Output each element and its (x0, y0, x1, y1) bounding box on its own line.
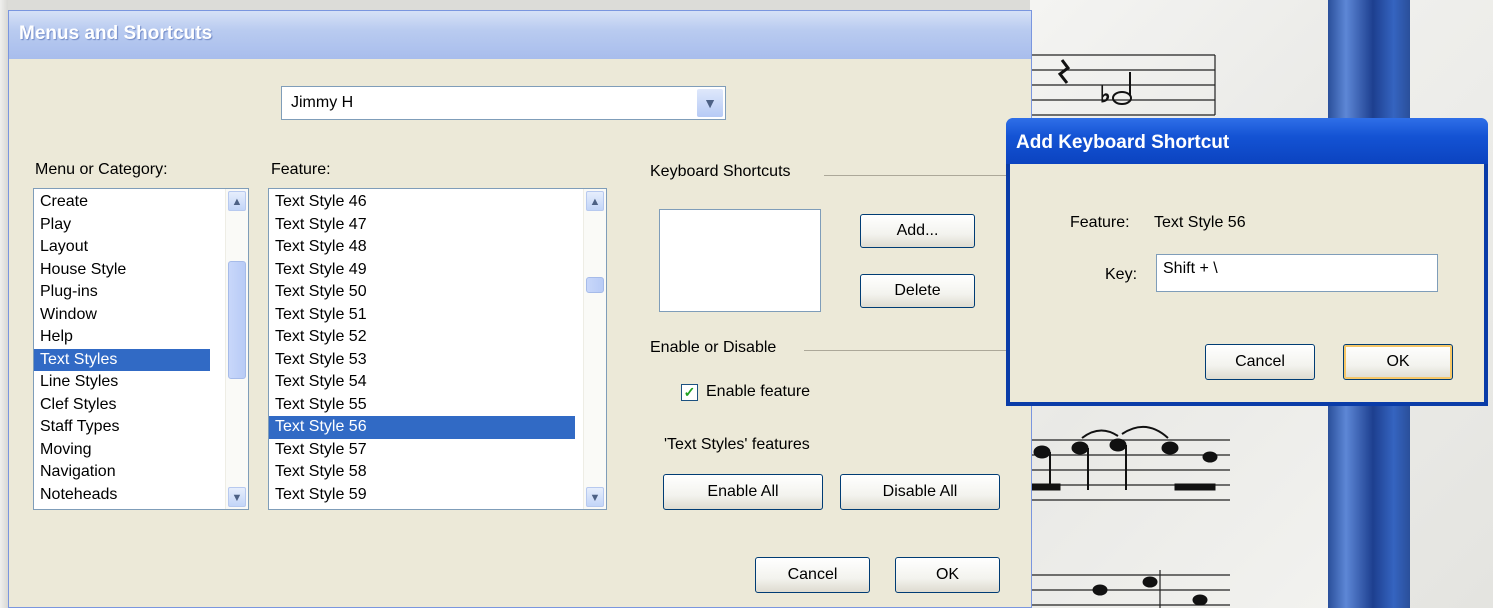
category-list-item[interactable]: Create (34, 191, 210, 214)
key-label: Key: (1105, 266, 1138, 283)
feature-list-item[interactable]: Text Style 46 (269, 191, 575, 214)
add-keyboard-shortcut-dialog: Add Keyboard Shortcut Feature: Text Styl… (1006, 118, 1488, 406)
category-list-item[interactable]: Help (34, 326, 210, 349)
category-list-item[interactable]: Text Styles (34, 348, 210, 371)
feature-list-item[interactable]: Text Style 49 (269, 259, 575, 282)
disable-all-button[interactable]: Disable All (840, 474, 1000, 510)
menu-category-label: Menu or Category: (35, 161, 168, 178)
category-list-item[interactable]: Layout (34, 236, 210, 259)
feature-list-item[interactable]: Text Style 56 (269, 416, 575, 439)
feature-list-item[interactable]: Text Style 50 (269, 281, 575, 304)
ok-button[interactable]: OK (895, 557, 1000, 593)
feature-list-item[interactable]: Text Style 59 (269, 484, 575, 507)
enable-disable-group-label: Enable or Disable (650, 339, 777, 356)
feature-scrollbar[interactable]: ▲ ▼ (583, 189, 606, 509)
category-list-item[interactable]: Play (34, 214, 210, 237)
feature-scroll-thumb[interactable] (586, 277, 604, 293)
feature-list-item[interactable]: Text Style 51 (269, 304, 575, 327)
feature-list-item[interactable]: Text Style 47 (269, 214, 575, 237)
enable-all-button[interactable]: Enable All (663, 474, 823, 510)
keyboard-shortcuts-group-label: Keyboard Shortcuts (650, 163, 791, 180)
menu-set-dropdown[interactable]: Jimmy H ▼ (281, 86, 726, 120)
feature-list-item[interactable]: Text Style 53 (269, 349, 575, 372)
dialog-title: Menus and Shortcuts (9, 11, 1031, 59)
category-list-item[interactable]: Noteheads (34, 484, 210, 507)
category-scroll-thumb[interactable] (228, 261, 246, 379)
category-list-item[interactable]: Clef Styles (34, 394, 210, 417)
scroll-up-icon[interactable]: ▲ (228, 191, 246, 211)
category-list-item[interactable]: Plug-ins (34, 281, 210, 304)
scroll-down-icon[interactable]: ▼ (586, 487, 604, 507)
shortcut-list[interactable] (659, 209, 821, 312)
feature-list[interactable]: Text Style 46 Text Style 47 Text Style 48 T… (268, 188, 607, 510)
feature-list-item[interactable]: Text Style 52 (269, 326, 575, 349)
feature-label: Feature: (271, 161, 331, 178)
category-list-item[interactable]: Navigation (34, 461, 210, 484)
category-list-item[interactable]: Line Styles (34, 371, 210, 394)
chevron-down-icon[interactable]: ▼ (697, 89, 723, 117)
category-scrollbar[interactable]: ▲ ▼ (225, 189, 248, 509)
delete-button[interactable]: Delete (860, 274, 975, 308)
feature-list-item[interactable]: Text Style 48 (269, 236, 575, 259)
feature-list-item[interactable]: Text Style 58 (269, 461, 575, 484)
shortcut-dialog-title: Add Keyboard Shortcut (1006, 118, 1488, 164)
features-group-label: 'Text Styles' features (664, 436, 810, 453)
feature-list-item[interactable]: Text Style 57 (269, 439, 575, 462)
category-list-item[interactable]: Window (34, 304, 210, 327)
category-list-item[interactable]: House Style (34, 259, 210, 282)
cancel-button[interactable]: Cancel (755, 557, 870, 593)
shortcut-cancel-button[interactable]: Cancel (1205, 344, 1315, 380)
scroll-down-icon[interactable]: ▼ (228, 487, 246, 507)
background-window-edge (0, 0, 8, 608)
shortcut-feature-label: Feature: (1070, 214, 1130, 231)
group-divider (824, 175, 1014, 176)
category-list-item[interactable]: Staff Types (34, 416, 210, 439)
enable-feature-checkbox[interactable]: ✓ (681, 384, 698, 401)
feature-list-item[interactable]: Text Style 54 (269, 371, 575, 394)
menu-set-value: Jimmy H (291, 94, 354, 111)
key-input[interactable]: Shift + \ (1156, 254, 1438, 292)
checkmark-icon: ✓ (683, 384, 696, 400)
shortcut-feature-value: Text Style 56 (1154, 214, 1246, 231)
svg-text:♭: ♭ (1100, 83, 1110, 108)
feature-list-item[interactable]: Text Style 55 (269, 394, 575, 417)
group-divider (804, 350, 1014, 351)
add-button[interactable]: Add... (860, 214, 975, 248)
shortcut-ok-button[interactable]: OK (1343, 344, 1453, 380)
menus-and-shortcuts-dialog: Menus and Shortcuts Jimmy H ▼ Menu or Ca… (8, 10, 1032, 608)
category-list-item[interactable]: Moving (34, 439, 210, 462)
key-input-value: Shift + \ (1163, 260, 1218, 277)
category-list[interactable]: Create Play Layout House Style Plug-ins Windo… (33, 188, 249, 510)
enable-feature-label[interactable]: Enable feature (706, 383, 810, 401)
scroll-up-icon[interactable]: ▲ (586, 191, 604, 211)
